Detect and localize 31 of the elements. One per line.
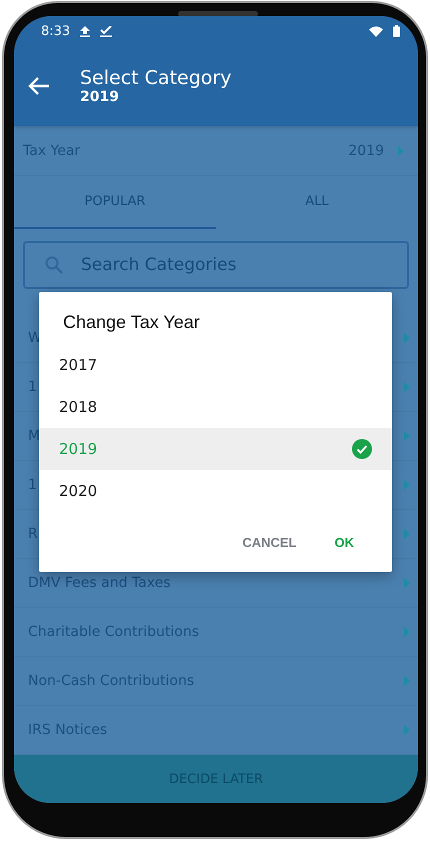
- chevron-icon: [404, 578, 410, 588]
- wifi-icon: [369, 26, 383, 36]
- year-option[interactable]: 2017: [39, 344, 392, 386]
- upload-icon: [80, 26, 90, 36]
- year-label: 2019: [59, 440, 98, 458]
- screen-subtitle: 2019: [80, 89, 120, 105]
- chevron-icon: [404, 676, 410, 686]
- back-arrow-icon[interactable]: [28, 76, 50, 96]
- year-label: 2020: [59, 482, 98, 500]
- year-option[interactable]: 2020: [39, 470, 392, 512]
- year-option[interactable]: 2018: [39, 386, 392, 428]
- dialog-title: Change Tax Year: [62, 311, 201, 334]
- year-label: 2018: [59, 398, 98, 416]
- search-icon: [45, 256, 63, 274]
- check-icon: [100, 26, 112, 36]
- status-time: 8:33: [41, 24, 70, 38]
- chevron-icon: [404, 529, 410, 539]
- year-label: 2017: [59, 356, 98, 374]
- chevron-icon: [404, 480, 410, 490]
- chevron-icon: [404, 431, 410, 441]
- battery-icon: [393, 25, 400, 37]
- dialog-button[interactable]: CANCEL: [238, 530, 300, 554]
- screen-title: Select Category: [80, 67, 232, 89]
- check-circle-icon: [352, 439, 372, 459]
- chevron-icon: [404, 382, 410, 392]
- chevron-icon: [398, 146, 404, 156]
- dialog-button[interactable]: OK: [330, 530, 358, 554]
- chevron-icon: [404, 333, 410, 343]
- chevron-icon: [404, 627, 410, 637]
- chevron-icon: [404, 725, 410, 735]
- year-option[interactable]: 2019: [39, 428, 392, 470]
